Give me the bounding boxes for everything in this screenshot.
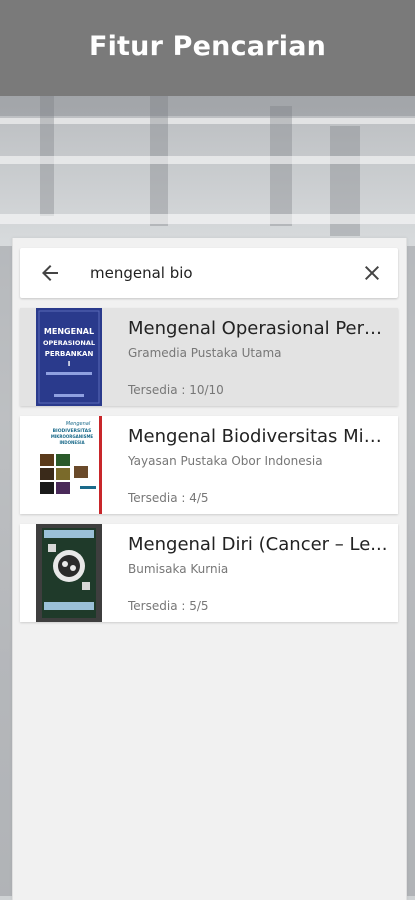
search-result-item[interactable]: MENGENAL OPERASIONAL PERBANKAN I Mengena… xyxy=(20,308,398,406)
search-result-item[interactable]: Mengenal BIODIVERSITAS MIKROORGANISME IN… xyxy=(20,416,398,514)
book-publisher: Yayasan Pustaka Obor Indonesia xyxy=(128,454,323,468)
book-availability: Tersedia : 4/5 xyxy=(128,491,209,505)
search-result-item[interactable]: Mengenal Diri (Cancer – Le... Bumisaka K… xyxy=(20,524,398,622)
search-screen: MENGENAL OPERASIONAL PERBANKAN I Mengena… xyxy=(12,238,407,900)
close-icon[interactable] xyxy=(360,261,384,285)
cover-line: OPERASIONAL xyxy=(43,339,95,347)
cover-line: PERBANKAN xyxy=(45,350,94,358)
book-availability: Tersedia : 5/5 xyxy=(128,599,209,613)
book-title: Mengenal Operasional Perb... xyxy=(128,318,390,339)
page-title: Fitur Pencarian xyxy=(88,30,327,62)
search-bar xyxy=(20,248,398,298)
book-cover: MENGENAL OPERASIONAL PERBANKAN I xyxy=(36,308,102,406)
cover-line: Mengenal xyxy=(66,421,91,427)
book-availability: Tersedia : 10/10 xyxy=(128,383,224,397)
book-publisher: Gramedia Pustaka Utama xyxy=(128,346,282,360)
header-banner: Fitur Pencarian xyxy=(0,0,415,96)
book-cover xyxy=(36,524,102,622)
book-cover: Mengenal BIODIVERSITAS MIKROORGANISME IN… xyxy=(36,416,102,514)
book-publisher: Bumisaka Kurnia xyxy=(128,562,229,576)
cover-line: I xyxy=(68,360,71,368)
search-input[interactable] xyxy=(90,260,340,286)
arrow-left-icon[interactable] xyxy=(38,261,62,285)
book-title: Mengenal Biodiversitas Mik... xyxy=(128,426,390,447)
book-title: Mengenal Diri (Cancer – Le... xyxy=(128,534,388,555)
cover-line: MIKROORGANISME xyxy=(51,434,94,439)
cover-line: MENGENAL xyxy=(44,327,94,336)
cover-line: INDONESIA xyxy=(59,440,85,445)
